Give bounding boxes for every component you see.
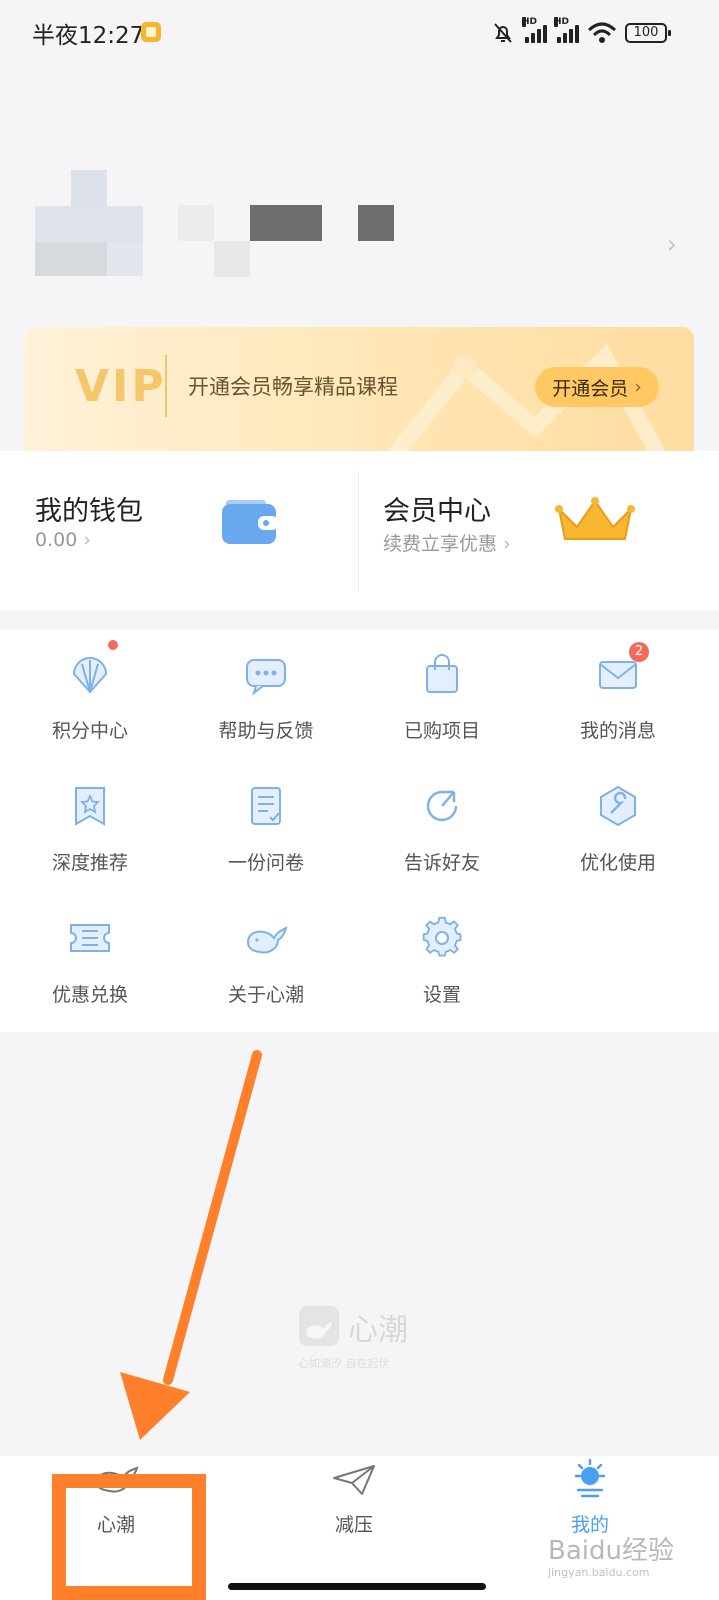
status-time: 半夜12:27 xyxy=(32,23,145,49)
grid-item-points[interactable]: 积分中心 xyxy=(0,630,180,750)
cell-signal-1-icon: HD xyxy=(522,17,547,43)
profile-chevron-icon[interactable]: › xyxy=(667,230,677,260)
member-center-title: 会员中心 xyxy=(383,496,491,527)
grid-label: 我的消息 xyxy=(579,720,656,742)
profile-header[interactable] xyxy=(0,150,719,300)
grid-label: 优化使用 xyxy=(579,852,656,874)
wifi-icon xyxy=(587,22,617,43)
vip-logo: VIP xyxy=(75,361,167,412)
grid-label: 优惠兑换 xyxy=(51,984,128,1006)
highlight-box-annotation xyxy=(52,1474,206,1600)
crown-icon xyxy=(555,497,635,540)
notification-app-icon xyxy=(141,22,161,42)
battery-icon: 100 xyxy=(625,23,671,43)
status-bar: 半夜12:27 HD HD 100 xyxy=(0,0,719,64)
account-cards: 我的钱包 0.00 › 会员中心 续费立享优惠 › xyxy=(0,451,719,610)
vip-divider xyxy=(165,355,167,417)
shell-icon xyxy=(72,657,108,694)
grid-item-tell-friends[interactable]: 告诉好友 xyxy=(352,762,532,882)
grid-item-coupon[interactable]: 优惠兑换 xyxy=(0,894,180,1014)
function-grid: 积分中心 帮助与反馈 已购项目 2 我的消息 深度推荐 一份问卷 告诉好友 优化… xyxy=(0,630,719,1032)
member-center-subtitle: 续费立享优惠 › xyxy=(383,533,511,555)
paper-plane-icon xyxy=(333,1465,375,1495)
grid-label: 告诉好友 xyxy=(403,852,480,874)
vip-banner[interactable]: VIP 开通会员畅享精品课程 开通会员 › xyxy=(25,327,694,451)
grid-item-about[interactable]: 关于心潮 xyxy=(176,894,356,1014)
sun-avatar-icon xyxy=(574,1458,606,1498)
questionnaire-icon xyxy=(251,787,281,825)
baidu-jingyan-url: jingyan.baidu.com xyxy=(548,1566,650,1579)
chat-bubble-icon xyxy=(246,659,286,696)
grid-item-messages[interactable]: 2 我的消息 xyxy=(528,630,708,750)
wrench-hexagon-icon xyxy=(600,785,636,827)
nav-label-relax: 减压 xyxy=(334,1514,373,1536)
gear-icon xyxy=(422,916,462,957)
open-vip-label: 开通会员 xyxy=(552,377,629,400)
open-vip-button[interactable]: 开通会员 › xyxy=(535,367,659,407)
baidu-jingyan-watermark: Baidu经验 xyxy=(548,1536,674,1566)
avatar[interactable] xyxy=(35,170,143,276)
wallet-title: 我的钱包 xyxy=(35,496,143,527)
grid-label: 一份问卷 xyxy=(227,852,304,874)
mute-bell-icon xyxy=(494,23,512,43)
share-arrow-icon xyxy=(426,790,458,822)
grid-item-optimize[interactable]: 优化使用 xyxy=(528,762,708,882)
status-icons: HD HD 100 xyxy=(491,17,671,46)
messages-badge: 2 xyxy=(629,642,649,662)
grid-label: 已购项目 xyxy=(403,720,480,742)
grid-label: 深度推荐 xyxy=(51,852,128,874)
nav-tab-relax[interactable]: 减压 xyxy=(284,1456,424,1546)
grid-item-survey[interactable]: 一份问卷 xyxy=(176,762,356,882)
app-logo-icon xyxy=(299,1306,339,1346)
bookmark-star-icon xyxy=(75,787,105,826)
watermark-title: 心潮 xyxy=(348,1313,408,1348)
wallet-balance: 0.00 › xyxy=(35,529,91,551)
app-watermark: 心潮 心如潮汐 自在起伏 xyxy=(298,1305,438,1375)
chevron-right-icon: › xyxy=(634,376,642,398)
grid-item-settings[interactable]: 设置 xyxy=(352,894,532,1014)
whale-icon xyxy=(246,926,288,954)
grid-item-help[interactable]: 帮助与反馈 xyxy=(176,630,356,750)
grid-label: 设置 xyxy=(422,984,461,1006)
wallet-card[interactable]: 我的钱包 0.00 › xyxy=(0,451,358,610)
coupon-ticket-icon xyxy=(70,924,110,952)
points-red-dot xyxy=(108,640,118,650)
home-indicator[interactable] xyxy=(228,1583,486,1590)
grid-item-purchased[interactable]: 已购项目 xyxy=(352,630,532,750)
vip-description: 开通会员畅享精品课程 xyxy=(188,375,398,399)
username-obscured xyxy=(178,205,398,277)
wallet-icon xyxy=(222,500,278,544)
shopping-bag-icon xyxy=(426,654,458,693)
grid-label: 关于心潮 xyxy=(227,984,304,1006)
grid-item-recommend[interactable]: 深度推荐 xyxy=(0,762,180,882)
watermark-subtitle: 心如潮汐 自在起伏 xyxy=(298,1357,390,1370)
grid-label: 积分中心 xyxy=(51,720,128,742)
grid-label: 帮助与反馈 xyxy=(218,720,314,742)
member-center-card[interactable]: 会员中心 续费立享优惠 › xyxy=(359,451,719,610)
cell-signal-2-icon: HD xyxy=(554,17,579,43)
